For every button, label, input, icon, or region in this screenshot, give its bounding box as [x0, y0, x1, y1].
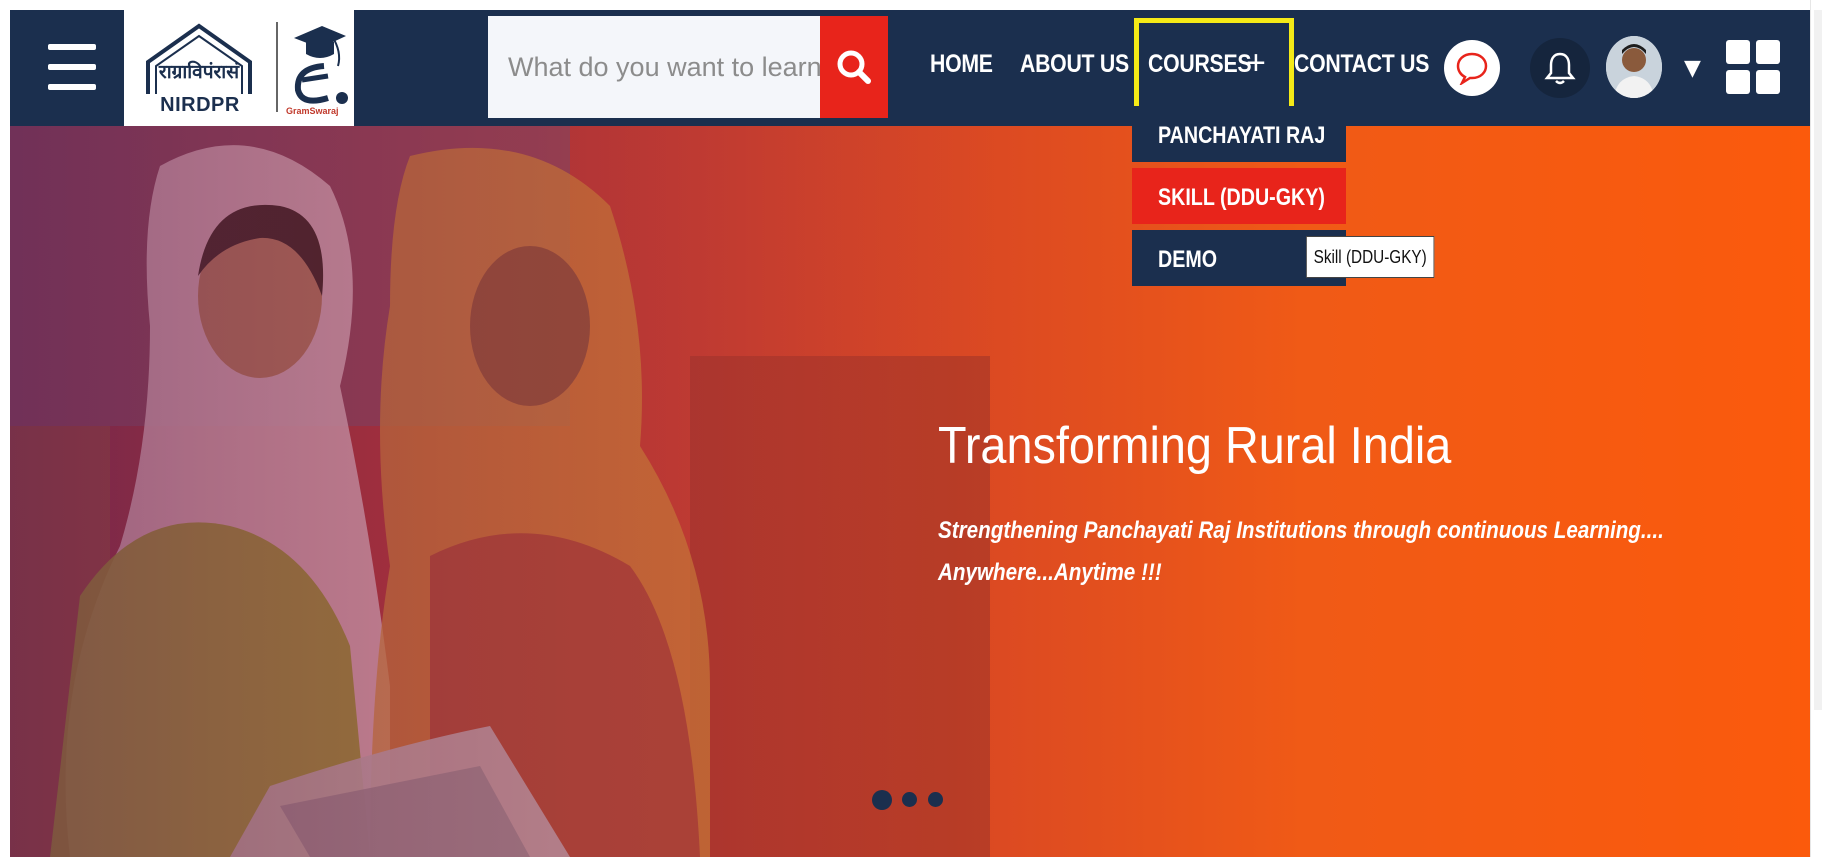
scrollbar-thumb[interactable] [1814, 10, 1822, 710]
dropdown-item-panchayati-raj[interactable]: PANCHAYATI RAJ [1132, 106, 1346, 162]
nav-courses[interactable]: COURSES [1148, 50, 1252, 79]
nirdpr-logo: राग्राविपंरासं NIRDPR [134, 18, 264, 118]
hero-photo-image [10, 126, 1010, 857]
svg-text:राग्राविपंरासं: राग्राविपंरासं [158, 60, 240, 83]
search-box [488, 16, 832, 118]
tooltip: Skill (DDU-GKY) [1306, 236, 1435, 278]
user-menu-caret[interactable]: ▼ [1684, 56, 1701, 81]
search-icon [837, 50, 871, 84]
dropdown-item-label: PANCHAYATI RAJ [1158, 122, 1326, 149]
carousel-dot-3[interactable] [928, 792, 943, 807]
chat-button[interactable] [1444, 40, 1500, 96]
hero-title: Transforming Rural India [938, 417, 1452, 475]
dropdown-item-skill-ddu-gky[interactable]: SKILL (DDU-GKY) [1132, 168, 1346, 224]
nav-contact-us[interactable]: CONTACT US [1294, 50, 1429, 79]
bell-icon [1544, 52, 1576, 85]
hero-banner: Transforming Rural India Strengthening P… [10, 126, 1810, 857]
hero-subtitle-line-1: Strengthening Panchayati Raj Institution… [938, 517, 1664, 544]
hero-subtitle-line-2: Anywhere...Anytime !!! [938, 559, 1162, 586]
logo-divider [276, 22, 278, 112]
dropdown-item-label: SKILL (DDU-GKY) [1158, 184, 1325, 211]
logo-label: GramSwaraj [286, 106, 339, 116]
apps-grid-icon[interactable] [1726, 40, 1782, 96]
top-navbar: राग्राविपंरासं NIRDPR GramSwaraj What do… [10, 10, 1810, 126]
hero-subtitle: Strengthening Panchayati Raj Institution… [938, 510, 1664, 594]
egramswaraj-logo: GramSwaraj [284, 16, 350, 120]
avatar[interactable] [1606, 36, 1662, 98]
search-input[interactable] [488, 16, 832, 118]
carousel-dot-2[interactable] [902, 792, 917, 807]
search-button[interactable] [820, 16, 888, 118]
nav-home[interactable]: HOME [930, 50, 993, 79]
logo-text: NIRDPR [160, 94, 240, 116]
notifications-button[interactable] [1530, 38, 1590, 98]
plus-icon[interactable]: + [1246, 44, 1266, 83]
hamburger-menu-icon[interactable] [48, 36, 104, 100]
dropdown-item-label: DEMO [1158, 246, 1218, 273]
nav-about-us[interactable]: ABOUT US [1020, 50, 1129, 79]
vertical-scrollbar[interactable] [1810, 0, 1825, 857]
carousel-dot-1[interactable] [872, 790, 892, 810]
page: राग्राविपंरासं NIRDPR GramSwaraj What do… [0, 0, 1825, 857]
site-logo[interactable]: राग्राविपंरासं NIRDPR GramSwaraj [124, 10, 354, 126]
chat-bubble-icon [1456, 52, 1488, 85]
